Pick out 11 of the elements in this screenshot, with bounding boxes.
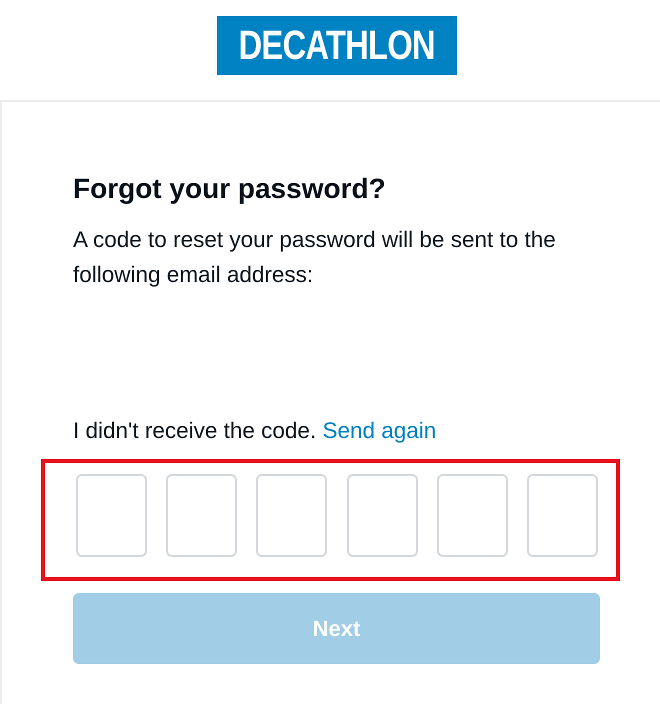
code-digit-field[interactable] <box>256 474 328 557</box>
code-digit-field[interactable] <box>346 474 418 557</box>
description-text: A code to reset your password will be sent to the following email address: <box>73 226 557 289</box>
page-title: Forgot your password? <box>73 173 386 205</box>
brand-logo[interactable]: DECATHLON <box>217 16 457 75</box>
code-digit-field[interactable] <box>76 474 147 557</box>
resend-text: I didn't receive the code. Send again <box>73 417 436 445</box>
code-digit-field[interactable] <box>166 474 238 557</box>
code-digit-field[interactable] <box>526 474 598 557</box>
code-digit-field[interactable] <box>436 474 508 557</box>
send-again-link[interactable]: Send again <box>322 418 436 443</box>
